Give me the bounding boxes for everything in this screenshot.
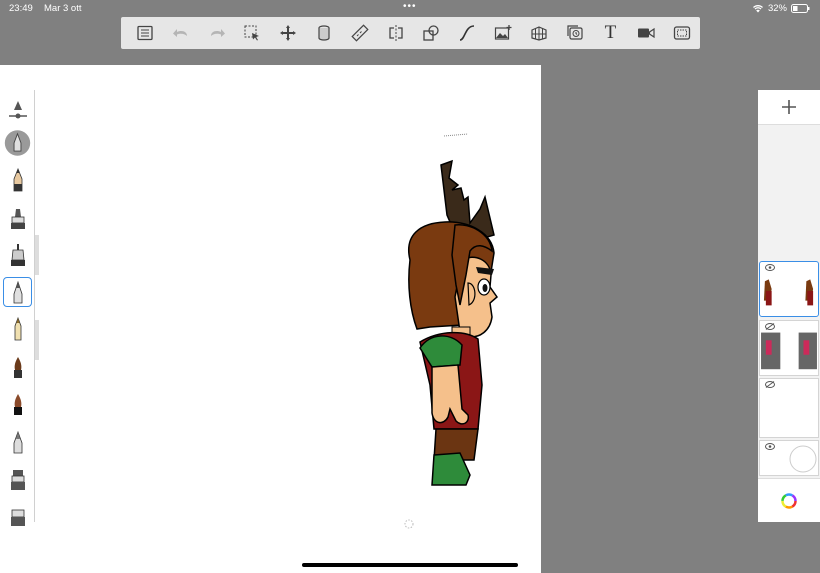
wifi-icon bbox=[752, 4, 764, 13]
battery-icon bbox=[791, 4, 810, 13]
pencil-brush[interactable] bbox=[3, 165, 32, 195]
redo-icon[interactable] bbox=[199, 17, 235, 49]
text-tool-label: T bbox=[604, 22, 617, 43]
undo-icon[interactable] bbox=[163, 17, 199, 49]
plus-icon bbox=[782, 100, 796, 114]
eye-icon[interactable] bbox=[765, 443, 775, 450]
eye-hidden-icon[interactable] bbox=[765, 323, 775, 330]
shapes-icon[interactable] bbox=[414, 17, 450, 49]
palette-resize-handle[interactable] bbox=[35, 320, 39, 360]
eye-icon[interactable] bbox=[765, 264, 775, 271]
ruler-icon[interactable] bbox=[342, 17, 378, 49]
top-toolbar: T bbox=[121, 17, 700, 49]
multitasking-dots-icon[interactable]: ••• bbox=[403, 1, 417, 12]
character-drawing bbox=[404, 133, 499, 529]
drawing-canvas[interactable] bbox=[0, 65, 541, 573]
text-icon[interactable]: T bbox=[593, 17, 629, 49]
status-date: Mar 3 ott bbox=[44, 3, 82, 14]
curve-icon[interactable] bbox=[449, 17, 485, 49]
hard-brush[interactable] bbox=[3, 277, 32, 307]
bucket-brush[interactable] bbox=[3, 500, 32, 530]
background-color-swatch[interactable] bbox=[789, 445, 817, 473]
home-indicator[interactable] bbox=[302, 563, 518, 567]
perspective-icon[interactable] bbox=[521, 17, 557, 49]
battery-percent: 32% bbox=[767, 3, 787, 14]
brush-palette bbox=[0, 90, 35, 526]
dark-brush[interactable] bbox=[3, 389, 32, 419]
layer-3[interactable] bbox=[759, 378, 819, 438]
marker-brush[interactable] bbox=[3, 203, 32, 233]
import-image-icon[interactable] bbox=[485, 17, 521, 49]
eraser-brush[interactable] bbox=[3, 464, 32, 494]
selection-icon[interactable] bbox=[234, 17, 270, 49]
color-wheel-icon bbox=[781, 492, 797, 509]
layer-1[interactable] bbox=[759, 261, 819, 317]
brush-size-slider[interactable] bbox=[3, 94, 32, 124]
fullscreen-icon[interactable] bbox=[664, 17, 700, 49]
brush-opacity[interactable] bbox=[3, 128, 32, 158]
timelapse-icon[interactable] bbox=[557, 17, 593, 49]
video-icon[interactable] bbox=[628, 17, 664, 49]
status-time: 23:49 bbox=[9, 3, 33, 14]
eye-hidden-icon[interactable] bbox=[765, 381, 775, 388]
layer-background[interactable] bbox=[759, 440, 819, 476]
color-picker-button[interactable] bbox=[758, 478, 820, 522]
add-layer-button[interactable] bbox=[758, 90, 820, 125]
status-bar: 23:49 Mar 3 ott ••• 32% bbox=[0, 0, 820, 16]
layer-2[interactable] bbox=[759, 320, 819, 376]
transform-icon[interactable] bbox=[270, 17, 306, 49]
palette-resize-handle[interactable] bbox=[35, 235, 39, 275]
paint-brush[interactable] bbox=[3, 352, 32, 382]
layer-panel bbox=[758, 90, 820, 522]
smudge-brush[interactable] bbox=[3, 427, 32, 457]
ink-pen-brush[interactable] bbox=[3, 314, 32, 344]
status-right: 32% bbox=[752, 3, 810, 14]
gallery-list-icon[interactable] bbox=[127, 17, 163, 49]
symmetry-icon[interactable] bbox=[378, 17, 414, 49]
airbrush-brush[interactable] bbox=[3, 240, 32, 270]
fill-icon[interactable] bbox=[306, 17, 342, 49]
